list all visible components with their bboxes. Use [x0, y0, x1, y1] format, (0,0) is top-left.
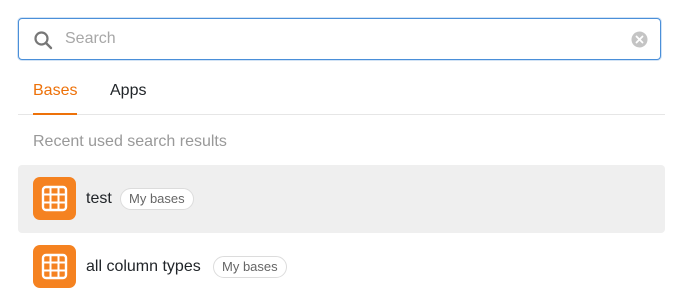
- search-input[interactable]: [65, 19, 625, 59]
- table-grid-icon: [33, 177, 76, 220]
- search-icon: [34, 31, 53, 50]
- section-heading: Recent used search results: [33, 133, 227, 150]
- tab-bases[interactable]: Bases: [33, 82, 78, 115]
- table-grid-icon: [33, 245, 76, 288]
- search-result-row[interactable]: all column types My bases: [18, 233, 665, 300]
- tab-bar: Bases Apps: [18, 74, 665, 115]
- result-badge: My bases: [213, 256, 287, 278]
- result-name: test: [86, 190, 112, 207]
- clear-icon[interactable]: [631, 31, 648, 48]
- search-box[interactable]: [18, 18, 661, 60]
- result-badge: My bases: [120, 188, 194, 210]
- search-result-row[interactable]: test My bases: [18, 165, 665, 233]
- tab-apps[interactable]: Apps: [110, 82, 146, 115]
- result-name: all column types: [86, 258, 201, 275]
- search-dialog: Bases Apps Recent used search results te…: [0, 0, 681, 300]
